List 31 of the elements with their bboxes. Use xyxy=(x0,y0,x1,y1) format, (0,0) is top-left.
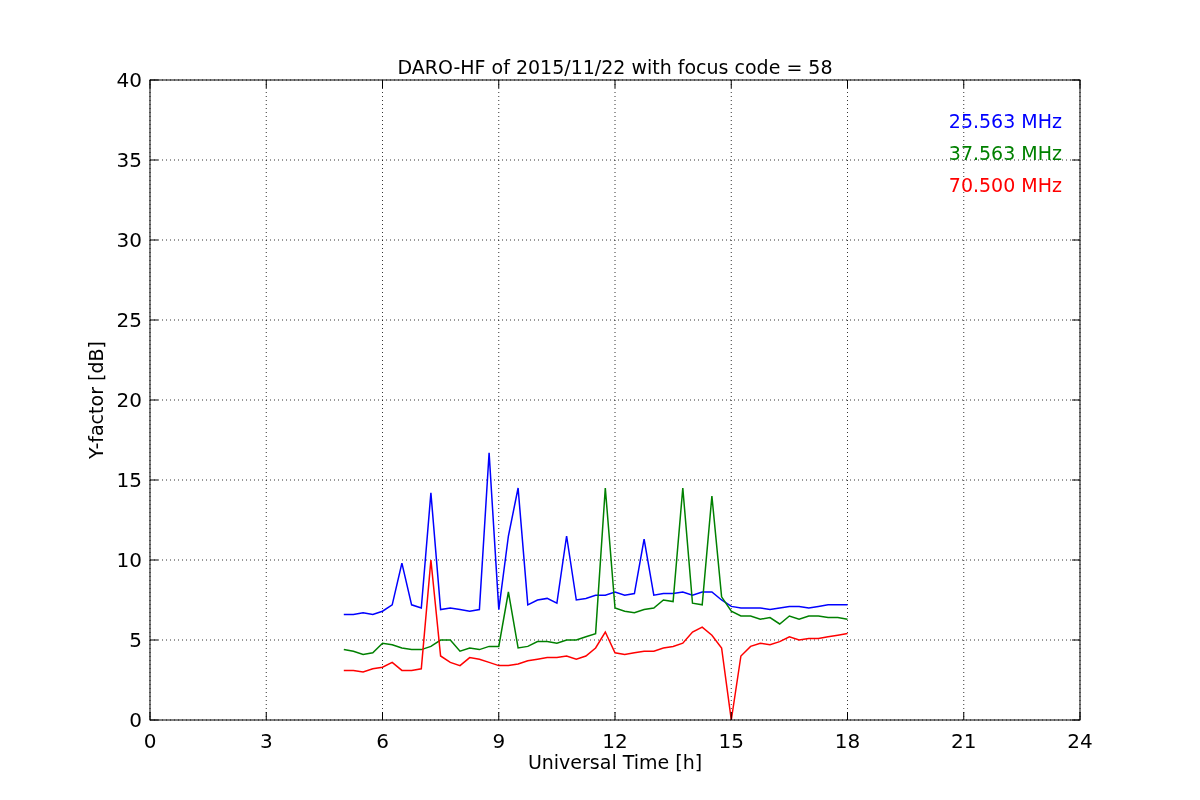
tick-mark xyxy=(382,711,383,721)
axis-label: Y-factor [dB] xyxy=(85,341,107,459)
tick-label: 0 xyxy=(143,729,157,753)
tick-label: 25 xyxy=(116,308,142,332)
legend-label: 25.563 MHz xyxy=(948,110,1062,132)
tick-label: 30 xyxy=(116,228,142,252)
tick-mark xyxy=(265,711,267,721)
tick-label: 15 xyxy=(718,729,744,753)
tick-label: 18 xyxy=(834,729,861,753)
tick-label: 6 xyxy=(376,729,389,753)
tick-mark xyxy=(498,711,500,721)
tick-label: 40 xyxy=(116,68,142,92)
tick-label: 5 xyxy=(129,628,142,652)
tick-label: 12 xyxy=(602,729,628,753)
tick-label: 10 xyxy=(116,548,142,572)
tick-mark xyxy=(614,711,616,721)
tick-label: 0 xyxy=(129,708,142,732)
legend-label: 37.563 MHz xyxy=(948,142,1062,164)
tick-mark xyxy=(847,711,848,721)
chart-title: DARO-HF of 2015/11/22 with focus code = 58 xyxy=(397,56,833,78)
legend-label: 70.500 MHz xyxy=(948,174,1062,196)
axis-label: Universal Time [h] xyxy=(527,751,703,773)
tick-label: 9 xyxy=(492,729,506,753)
tick-mark xyxy=(963,711,965,721)
tick-label: 20 xyxy=(116,388,142,412)
tick-mark xyxy=(730,711,732,721)
tick-label: 21 xyxy=(951,729,977,753)
tick-label: 24 xyxy=(1067,729,1093,753)
tick-label: 15 xyxy=(116,468,142,492)
tick-label: 3 xyxy=(259,729,273,753)
tick-label: 35 xyxy=(116,148,142,172)
